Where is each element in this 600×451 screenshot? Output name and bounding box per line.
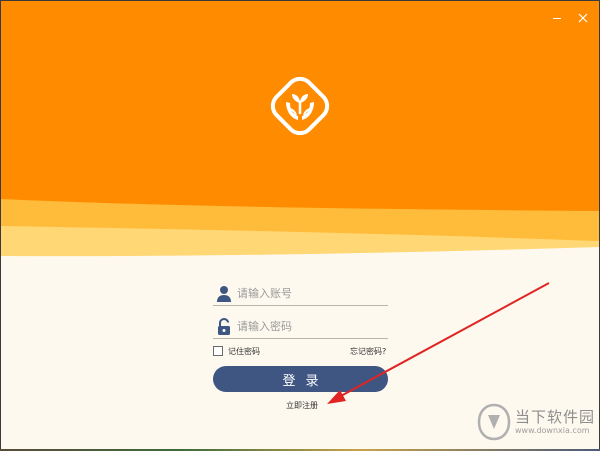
- remember-password-checkbox[interactable]: [213, 346, 223, 356]
- watermark-url: www.downxia.com: [515, 426, 590, 435]
- downxia-logo-icon: [477, 403, 511, 441]
- password-input[interactable]: [237, 317, 385, 335]
- minimize-button[interactable]: [548, 9, 566, 27]
- login-window: 记住密码 忘记密码? 登录 立即注册 当下软件园 www.downxia.com: [1, 1, 599, 450]
- watermark-name: 当下软件园: [515, 408, 596, 426]
- password-field: [213, 316, 388, 339]
- user-icon: [217, 286, 231, 302]
- username-input[interactable]: [237, 284, 385, 302]
- username-field: [213, 283, 388, 306]
- login-button[interactable]: 登录: [213, 366, 388, 392]
- lock-icon: [218, 318, 230, 335]
- watermark: 当下软件园 www.downxia.com: [477, 402, 595, 442]
- remember-password-label: 记住密码: [228, 346, 260, 356]
- forgot-password-link[interactable]: 忘记密码?: [350, 346, 386, 357]
- close-button[interactable]: [574, 9, 592, 27]
- sprout-hands-logo: [263, 69, 337, 143]
- register-link[interactable]: 立即注册: [286, 400, 318, 411]
- remember-password-option[interactable]: 记住密码: [213, 344, 260, 358]
- minimize-icon: [553, 18, 561, 19]
- close-icon: [578, 13, 588, 23]
